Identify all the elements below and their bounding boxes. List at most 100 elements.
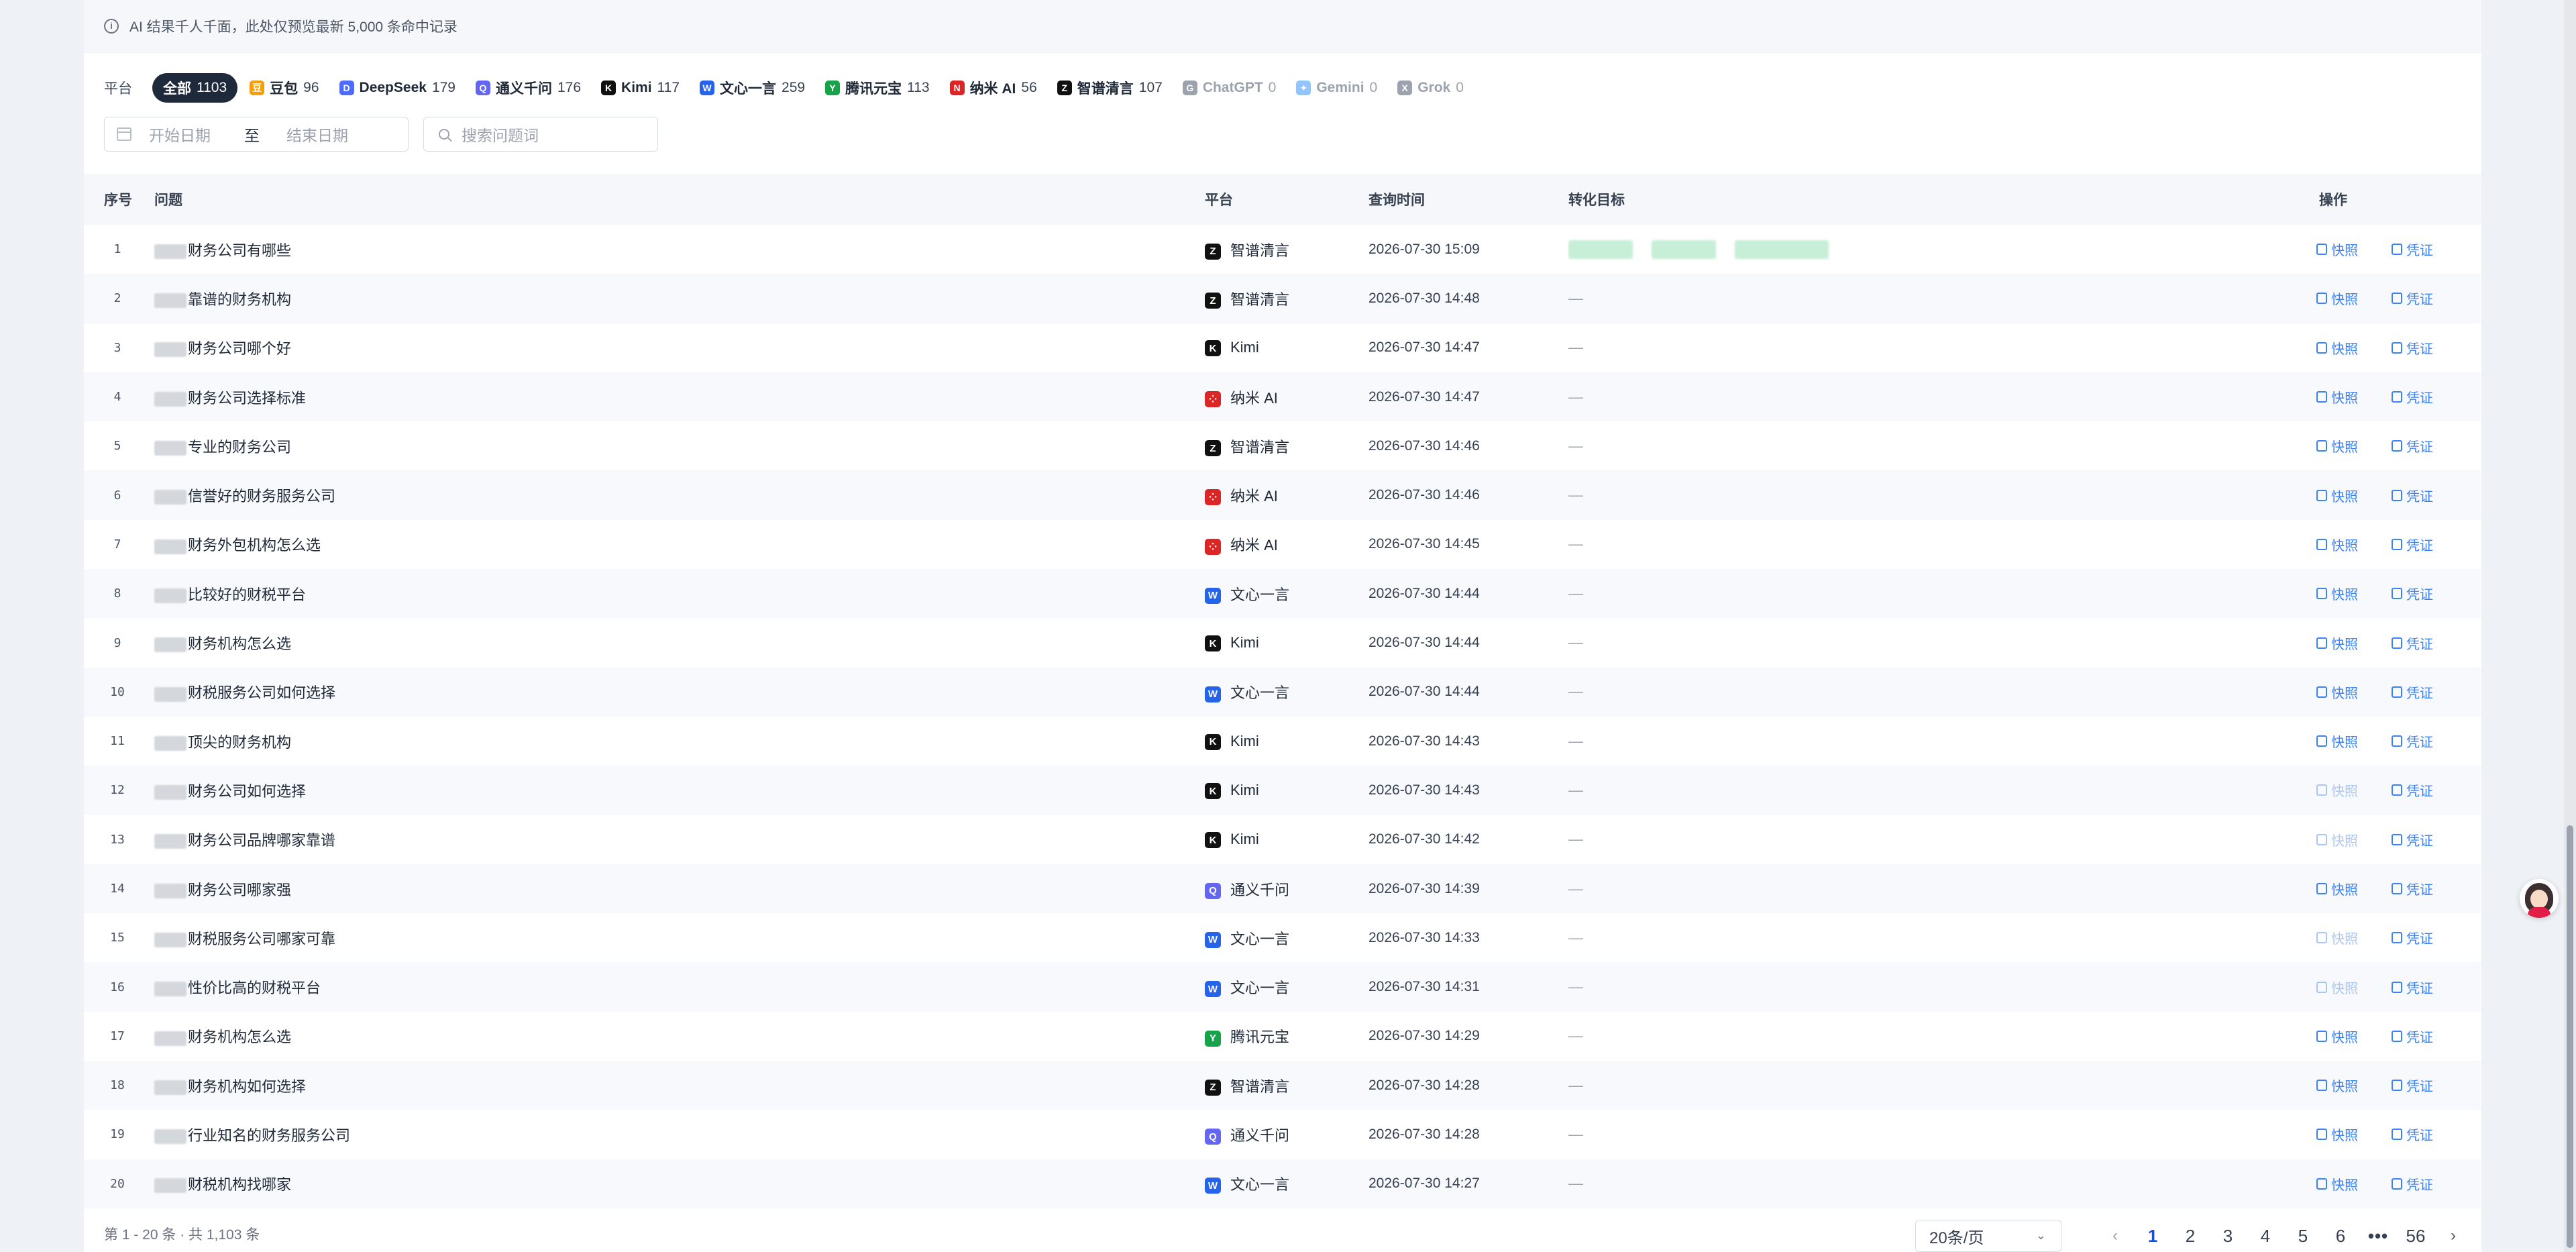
image-icon <box>2316 981 2327 993</box>
question-cell[interactable]: 顶尖的财务机构 <box>151 717 1204 766</box>
snapshot-button[interactable]: 快照 <box>2316 830 2358 849</box>
snapshot-button[interactable]: 快照 <box>2316 1174 2358 1194</box>
proof-button[interactable]: 凭证 <box>2392 486 2433 505</box>
proof-button[interactable]: 凭证 <box>2392 1125 2433 1144</box>
platform-chip[interactable]: G ChatGPT 0 <box>1175 73 1285 103</box>
start-date-input[interactable]: 开始日期 <box>149 123 211 146</box>
snapshot-button[interactable]: 快照 <box>2316 978 2358 997</box>
snapshot-button[interactable]: 快照 <box>2316 338 2358 358</box>
row-index: 3 <box>113 340 121 355</box>
proof-button[interactable]: 凭证 <box>2392 978 2433 997</box>
snapshot-button[interactable]: 快照 <box>2316 731 2358 751</box>
search-input[interactable]: 搜索问题词 <box>423 117 658 152</box>
question-text: 财税服务公司哪家可靠 <box>188 930 336 947</box>
proof-button[interactable]: 凭证 <box>2392 1174 2433 1194</box>
question-cell[interactable]: 财务公司哪个好 <box>151 323 1204 372</box>
page-button[interactable]: 1 <box>2134 1226 2171 1247</box>
question-cell[interactable]: 财务公司如何选择 <box>151 766 1204 815</box>
snapshot-button[interactable]: 快照 <box>2316 387 2358 407</box>
page-button[interactable]: 4 <box>2247 1226 2284 1247</box>
platform-chip[interactable]: ✦ Gemini 0 <box>1288 73 1385 103</box>
snapshot-button[interactable]: 快照 <box>2316 535 2358 554</box>
question-cell[interactable]: 财务机构怎么选 <box>151 618 1204 667</box>
platform-chip[interactable]: 全部 1103 <box>152 73 238 103</box>
question-cell[interactable]: 财务公司品牌哪家靠谱 <box>151 815 1204 864</box>
platform-chip[interactable]: Y 腾讯元宝 113 <box>817 73 937 103</box>
question-cell[interactable]: 财务公司哪家强 <box>151 864 1204 913</box>
page-size-select[interactable]: 20条/页 ⌄ <box>1915 1220 2061 1252</box>
question-cell[interactable]: 比较好的财税平台 <box>151 569 1204 618</box>
question-cell[interactable]: 财务公司有哪些 <box>151 225 1204 274</box>
proof-button[interactable]: 凭证 <box>2392 240 2433 259</box>
platform-chip[interactable]: W 文心一言 259 <box>692 73 813 103</box>
proof-button[interactable]: 凭证 <box>2392 289 2433 308</box>
platform-chip[interactable]: D DeepSeek 179 <box>331 73 464 103</box>
question-cell[interactable]: 财税服务公司如何选择 <box>151 668 1204 717</box>
platform-chip[interactable]: N 纳米 AI 56 <box>942 73 1045 103</box>
question-cell[interactable]: 财务外包机构怎么选 <box>151 520 1204 569</box>
proof-button[interactable]: 凭证 <box>2392 338 2433 358</box>
proof-button[interactable]: 凭证 <box>2392 1076 2433 1095</box>
question-cell[interactable]: 信誉好的财务服务公司 <box>151 470 1204 519</box>
platform-chip[interactable]: X Grok 0 <box>1389 73 1472 103</box>
page-scrollbar[interactable] <box>2564 0 2576 1252</box>
question-cell[interactable]: 靠谱的财务机构 <box>151 274 1204 323</box>
proof-button[interactable]: 凭证 <box>2392 1027 2433 1046</box>
snapshot-button[interactable]: 快照 <box>2316 780 2358 800</box>
snapshot-button[interactable]: 快照 <box>2316 289 2358 308</box>
snapshot-button[interactable]: 快照 <box>2316 879 2358 898</box>
snapshot-button[interactable]: 快照 <box>2316 436 2358 456</box>
snapshot-button[interactable]: 快照 <box>2316 682 2358 702</box>
snapshot-button[interactable]: 快照 <box>2316 240 2358 259</box>
platform-chip[interactable]: Z 智谱清言 107 <box>1049 73 1171 103</box>
snapshot-button[interactable]: 快照 <box>2316 1027 2358 1046</box>
question-cell[interactable]: 财务机构如何选择 <box>151 1061 1204 1110</box>
proof-button[interactable]: 凭证 <box>2392 535 2433 554</box>
proof-button[interactable]: 凭证 <box>2392 731 2433 751</box>
question-cell[interactable]: 财税机构找哪家 <box>151 1159 1204 1208</box>
page-button[interactable]: 3 <box>2209 1226 2247 1247</box>
question-cell[interactable]: 行业知名的财务服务公司 <box>151 1110 1204 1159</box>
snapshot-button[interactable]: 快照 <box>2316 1125 2358 1144</box>
question-cell[interactable]: 财务机构怎么选 <box>151 1012 1204 1061</box>
proof-button[interactable]: 凭证 <box>2392 682 2433 702</box>
proof-button[interactable]: 凭证 <box>2392 879 2433 898</box>
date-range-picker[interactable]: 开始日期 至 结束日期 <box>104 117 409 152</box>
prev-page-button[interactable]: ‹ <box>2096 1227 2134 1245</box>
question-cell[interactable]: 性价比高的财税平台 <box>151 962 1204 1011</box>
proof-button[interactable]: 凭证 <box>2392 633 2433 653</box>
question-cell[interactable]: 财务公司选择标准 <box>151 372 1204 421</box>
redacted-mask <box>154 932 186 947</box>
assistant-avatar-button[interactable] <box>2520 879 2559 918</box>
end-date-input[interactable]: 结束日期 <box>286 123 348 146</box>
snapshot-button[interactable]: 快照 <box>2316 1076 2358 1095</box>
snapshot-button[interactable]: 快照 <box>2316 486 2358 505</box>
platform-chip[interactable]: Q 通义千问 176 <box>468 73 589 103</box>
proof-button[interactable]: 凭证 <box>2392 584 2433 603</box>
page-button[interactable]: 6 <box>2322 1226 2359 1247</box>
row-index: 6 <box>113 488 121 503</box>
next-page-button[interactable]: › <box>2434 1227 2472 1245</box>
proof-button[interactable]: 凭证 <box>2392 436 2433 456</box>
snapshot-button[interactable]: 快照 <box>2316 633 2358 653</box>
page-button[interactable]: 56 <box>2397 1226 2434 1247</box>
snapshot-button[interactable]: 快照 <box>2316 584 2358 603</box>
empty-target: — <box>1568 486 1583 504</box>
platform-chip[interactable]: K Kimi 117 <box>593 73 688 103</box>
proof-button[interactable]: 凭证 <box>2392 780 2433 800</box>
empty-target: — <box>1568 1175 1583 1192</box>
snapshot-button[interactable]: 快照 <box>2316 928 2358 947</box>
proof-button[interactable]: 凭证 <box>2392 928 2433 947</box>
proof-button[interactable]: 凭证 <box>2392 387 2433 407</box>
page-button[interactable]: 5 <box>2284 1226 2322 1247</box>
platform-name: 文心一言 <box>1230 930 1290 947</box>
action-cell: 快照 凭证 <box>2212 962 2481 1011</box>
question-cell[interactable]: 财税服务公司哪家可靠 <box>151 913 1204 962</box>
platform-chip[interactable]: 豆豆包 96 <box>241 73 327 103</box>
question-cell[interactable]: 专业的财务公司 <box>151 421 1204 470</box>
platform-logo-icon: K <box>1205 340 1221 357</box>
scrollbar-thumb[interactable] <box>2567 825 2573 1248</box>
proof-button[interactable]: 凭证 <box>2392 830 2433 849</box>
page-button[interactable]: 2 <box>2171 1226 2209 1247</box>
pagination-ellipsis[interactable]: ••• <box>2359 1226 2397 1247</box>
